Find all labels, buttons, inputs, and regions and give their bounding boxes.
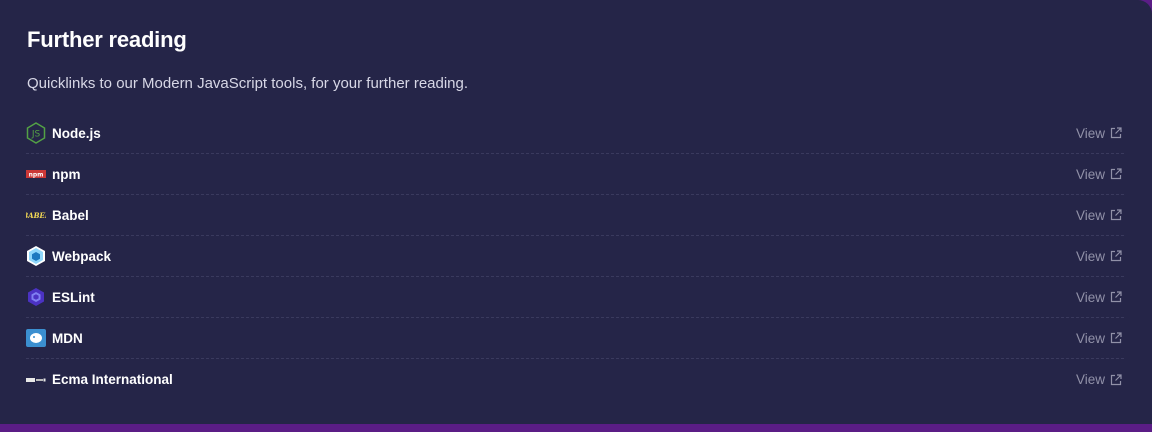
npm-logo-icon: npm: [26, 164, 46, 184]
nodejs-logo-icon: JS: [26, 122, 46, 144]
link-name: MDN: [52, 330, 83, 346]
view-link[interactable]: View: [1076, 126, 1124, 141]
babel-logo-icon: BABEL: [26, 205, 46, 225]
external-link-icon: [1110, 209, 1122, 221]
eslint-logo-icon: [26, 287, 46, 307]
svg-text:npm: npm: [29, 172, 44, 179]
link-name: Webpack: [52, 248, 112, 264]
view-label: View: [1075, 166, 1105, 182]
further-reading-card: Further reading Quicklinks to our Modern…: [0, 0, 1152, 424]
ecma-logo-icon: [26, 370, 46, 390]
webpack-logo-icon: [26, 246, 46, 266]
external-link-icon: [1110, 168, 1122, 180]
view-link[interactable]: View: [1076, 331, 1124, 346]
external-link-icon: [1110, 373, 1122, 385]
list-item-webpack: Webpack View: [26, 236, 1124, 277]
external-link-icon: [1110, 291, 1122, 303]
view-label: View: [1075, 289, 1105, 305]
section-title: Further reading: [27, 27, 187, 52]
view-link[interactable]: View: [1076, 249, 1124, 264]
view-link[interactable]: View: [1076, 372, 1124, 387]
view-link[interactable]: View: [1076, 290, 1124, 305]
view-label: View: [1075, 330, 1105, 346]
view-label: View: [1075, 207, 1105, 223]
list-item-ecma: Ecma International View: [26, 359, 1124, 400]
external-link-icon: [1110, 332, 1122, 344]
svg-text:JS: JS: [31, 130, 41, 140]
link-name: Babel: [52, 207, 89, 223]
links-list: JS Node.js View npm npm View ABE Babel V…: [26, 113, 1124, 400]
external-link-icon: [1110, 250, 1122, 262]
list-item-eslint: ESLint View: [26, 277, 1124, 318]
list-item-mdn: MDN View: [26, 318, 1124, 359]
external-link-icon: [1110, 127, 1122, 139]
link-name: npm: [52, 166, 81, 182]
mdn-logo-icon: [26, 328, 46, 348]
view-label: View: [1075, 125, 1105, 141]
list-item-babel: BABEL Babel View: [26, 195, 1124, 236]
link-name: ESLint: [52, 289, 95, 305]
view-link[interactable]: View: [1076, 208, 1124, 223]
view-label: View: [1075, 372, 1105, 387]
section-subtitle: Quicklinks to our Modern JavaScript tool…: [27, 75, 469, 92]
svg-text:BABEL: BABEL: [26, 211, 46, 220]
view-label: View: [1075, 248, 1105, 264]
list-item-npm: npm npm View: [26, 154, 1124, 195]
link-name: Ecma International: [52, 372, 173, 387]
list-item-nodejs: JS Node.js View: [26, 113, 1124, 154]
view-link[interactable]: View: [1076, 167, 1124, 182]
link-name: Node.js: [52, 125, 101, 141]
